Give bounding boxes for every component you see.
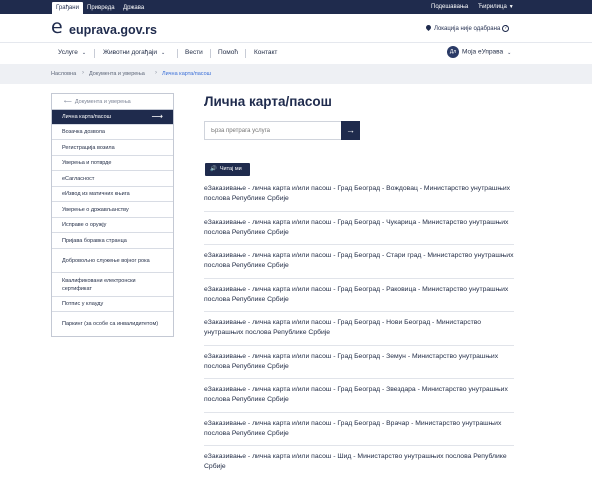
breadcrumb-home[interactable]: Насловна [51, 71, 76, 77]
breadcrumb: Насловна › Документа и уверења › Лична к… [0, 64, 592, 84]
language-label: Ћирилица [478, 4, 507, 10]
sidebar-item-label: Паркинг (за особе са инвалидитетом) [62, 321, 159, 327]
sidebar-item-label: еСагласност [62, 175, 95, 182]
tab-business[interactable]: Привреда [83, 2, 119, 14]
chevron-down-icon: ⌄ [81, 50, 87, 56]
sidebar-item-label: Уверења и потврде [62, 160, 112, 166]
read-aloud-label: Читај ми [219, 166, 242, 172]
list-item[interactable]: еЗаказивање - лична карта и/или пасош - … [204, 346, 514, 379]
sidebar-item-label: Квалификовани електронски сертификат [62, 277, 136, 292]
page-title: Лична карта/пасош [204, 94, 332, 109]
sidebar-item-weapons[interactable]: Исправе о оружју [52, 218, 173, 233]
breadcrumb-separator: › [155, 70, 157, 76]
top-bar: Грађани Привреда Држава Подешавања Ћирил… [0, 0, 592, 14]
nav-divider [94, 49, 95, 58]
breadcrumb-documents[interactable]: Документа и уверења [89, 71, 145, 77]
nav-services-label: Услуге [58, 49, 78, 56]
nav-divider [177, 49, 178, 58]
sidebar: ⟵ Документа и уверења Лична карта/пасош ⟶ … [51, 93, 174, 337]
arrow-right-icon: ⟶ [151, 112, 163, 121]
speaker-icon: 🔊 [210, 166, 217, 172]
sidebar-item-econsent[interactable]: еСагласност [52, 171, 173, 187]
sidebar-item-id-card[interactable]: Лична карта/пасош ⟶ [52, 110, 173, 125]
logo-mark: e [51, 16, 63, 38]
list-item[interactable]: еЗаказивање - лична карта и/или пасош - … [204, 379, 514, 413]
settings-link[interactable]: Подешавања [431, 0, 468, 14]
sidebar-item-label: Пријава боравка странца [62, 237, 127, 244]
list-item[interactable]: еЗаказивање - лична карта и/или пасош - … [204, 413, 514, 446]
sidebar-item-military-service[interactable]: Добровољно служење војног рока [52, 249, 173, 273]
location-selector[interactable]: Локација није одабрана? [424, 24, 510, 33]
nav-divider [245, 49, 246, 58]
nav-divider [210, 49, 211, 58]
sidebar-item-registry-extract[interactable]: еИзвод из матичних књига [52, 187, 173, 202]
sidebar-item-drivers-license[interactable]: Возачка дозвола [52, 125, 173, 140]
sidebar-item-label: Добровољно служење војног рока [62, 257, 150, 264]
my-euprava-label: Моја еУправа [462, 48, 504, 56]
nav-news[interactable]: Вести [185, 49, 203, 56]
breadcrumb-current: Лична карта/пасош [162, 71, 212, 77]
nav-contact[interactable]: Контакт [254, 49, 277, 56]
location-pin-icon [424, 24, 433, 32]
list-item[interactable]: еЗаказивање - лична карта и/или пасош - … [204, 212, 514, 245]
nav-help[interactable]: Помоћ [218, 49, 238, 56]
search-button[interactable]: → [341, 121, 360, 140]
sidebar-item-label: еИзвод из матичних књига [62, 191, 130, 197]
list-item[interactable]: еЗаказивање - лична карта и/или пасош - … [204, 446, 514, 480]
sidebar-item-label: Уверење о држављанству [62, 206, 129, 213]
sidebar-back-label: Документа и уверења [74, 99, 131, 105]
search-input[interactable] [204, 121, 341, 140]
chevron-down-icon: ⌄ [507, 49, 512, 56]
avatar: Дл [447, 46, 459, 58]
main-nav: Услуге ⌄ Животни догађаји ⌄ Вести Помоћ Ко… [0, 42, 592, 64]
sidebar-item-cloud-signature[interactable]: Потпис у клауду [52, 297, 173, 312]
sidebar-item-e-certificate[interactable]: Квалификовани електронски сертификат [52, 273, 173, 297]
tab-citizens[interactable]: Грађани [52, 2, 83, 14]
sidebar-item-label: Лична карта/пасош [62, 114, 112, 120]
sidebar-item-label: Регистрација возила [62, 144, 115, 151]
sidebar-item-citizenship[interactable]: Уверење о држављанству [52, 202, 173, 218]
tab-state[interactable]: Држава [119, 2, 148, 14]
nav-life-events-label: Животни догађаји [103, 49, 158, 56]
breadcrumb-separator: › [82, 70, 84, 76]
sidebar-item-parking[interactable]: Паркинг (за особе са инвалидитетом) [52, 312, 173, 336]
list-item[interactable]: еЗаказивање - лична карта и/или пасош - … [204, 312, 514, 346]
list-item[interactable]: еЗаказивање - лична карта и/или пасош - … [204, 178, 514, 212]
sidebar-back-link[interactable]: ⟵ Документа и уверења [52, 94, 173, 110]
help-icon[interactable]: ? [502, 25, 510, 32]
sidebar-item-vehicle-registration[interactable]: Регистрација возила [52, 140, 173, 156]
sidebar-item-label: Исправе о оружју [62, 222, 107, 228]
chevron-down-icon: ▼ [508, 4, 514, 10]
location-label: Локација није одабрана [434, 26, 501, 33]
arrow-left-icon: ⟵ [64, 99, 72, 105]
sidebar-item-label: Возачка дозвола [62, 129, 105, 135]
sidebar-item-label: Потпис у клауду [62, 301, 104, 307]
list-item[interactable]: еЗаказивање - лична карта и/или пасош - … [204, 245, 514, 279]
sidebar-item-certificates[interactable]: Уверења и потврде [52, 156, 173, 171]
logo-text: euprava.gov.rs [69, 23, 158, 37]
nav-services[interactable]: Услуге ⌄ [58, 49, 86, 56]
site-header: e euprava.gov.rs Локација није одабрана? [0, 14, 592, 42]
chevron-down-icon: ⌄ [161, 50, 166, 56]
read-aloud-button[interactable]: 🔊 Читај ми [205, 163, 250, 176]
nav-life-events[interactable]: Животни догађаји ⌄ [103, 49, 165, 56]
arrow-right-icon: → [346, 125, 355, 135]
service-list: еЗаказивање - лична карта и/или пасош - … [204, 178, 514, 480]
language-select[interactable]: Ћирилица ▼ [478, 0, 514, 14]
my-euprava-link[interactable]: Дл Моја еУправа ⌄ [447, 46, 511, 58]
sidebar-item-foreigner-residence[interactable]: Пријава боравка странца [52, 233, 173, 249]
list-item[interactable]: еЗаказивање - лична карта и/или пасош - … [204, 279, 514, 312]
